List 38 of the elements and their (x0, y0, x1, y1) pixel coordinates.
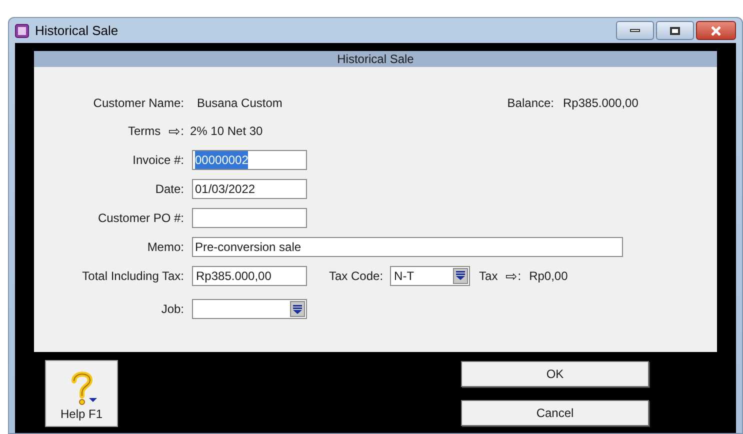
tax-code-dropdown[interactable]: N-T (390, 266, 470, 286)
field-label: Memo: (146, 238, 184, 256)
tax-value: Rp0,00 (529, 268, 568, 284)
dropdown-icon (293, 304, 302, 314)
customer-name: Busana Custom (197, 94, 284, 112)
balance-value: Rp385.000,00 (563, 94, 638, 112)
minimize-button[interactable] (616, 21, 654, 40)
maximize-button[interactable] (656, 21, 694, 40)
app-icon (15, 24, 29, 38)
field-label: Balance: (506, 94, 554, 112)
colon: : (180, 122, 184, 140)
close-button[interactable] (696, 21, 736, 40)
field-label: Job: (160, 301, 184, 318)
field-label: Total Including Tax: (81, 268, 184, 284)
field-label: Terms (128, 122, 161, 140)
help-button[interactable]: Help F1 (45, 360, 118, 427)
field-label: Tax Code: (329, 268, 384, 284)
job-dropdown[interactable] (192, 299, 307, 319)
field-label: Invoice #: (132, 152, 184, 168)
colon: : (518, 268, 522, 284)
dropdown-icon (456, 271, 466, 280)
arrow-icon: ⇨ (506, 268, 518, 282)
field-label: Customer PO #: (96, 210, 184, 226)
cancel-button[interactable]: Cancel (461, 400, 649, 426)
field-label: Customer Name: (92, 94, 184, 112)
window-title: Historical Sale (35, 22, 118, 40)
field-label: Date: (154, 180, 184, 198)
input-field[interactable]: 00000002 (192, 150, 307, 170)
arrow-icon: ⇨ (168, 124, 181, 138)
field-label: Tax (479, 268, 498, 284)
input-field[interactable]: 01/03/2022 (192, 178, 307, 198)
input-field[interactable]: Rp385.000,00 (192, 266, 307, 286)
input-field[interactable]: Pre-conversion sale (192, 236, 623, 256)
input-field[interactable] (192, 208, 307, 228)
ok-button[interactable]: OK (461, 361, 649, 387)
terms-value: 2% 10 Net 30 (190, 122, 263, 140)
close-icon (710, 26, 722, 36)
header-title: Historical Sale (337, 51, 414, 68)
